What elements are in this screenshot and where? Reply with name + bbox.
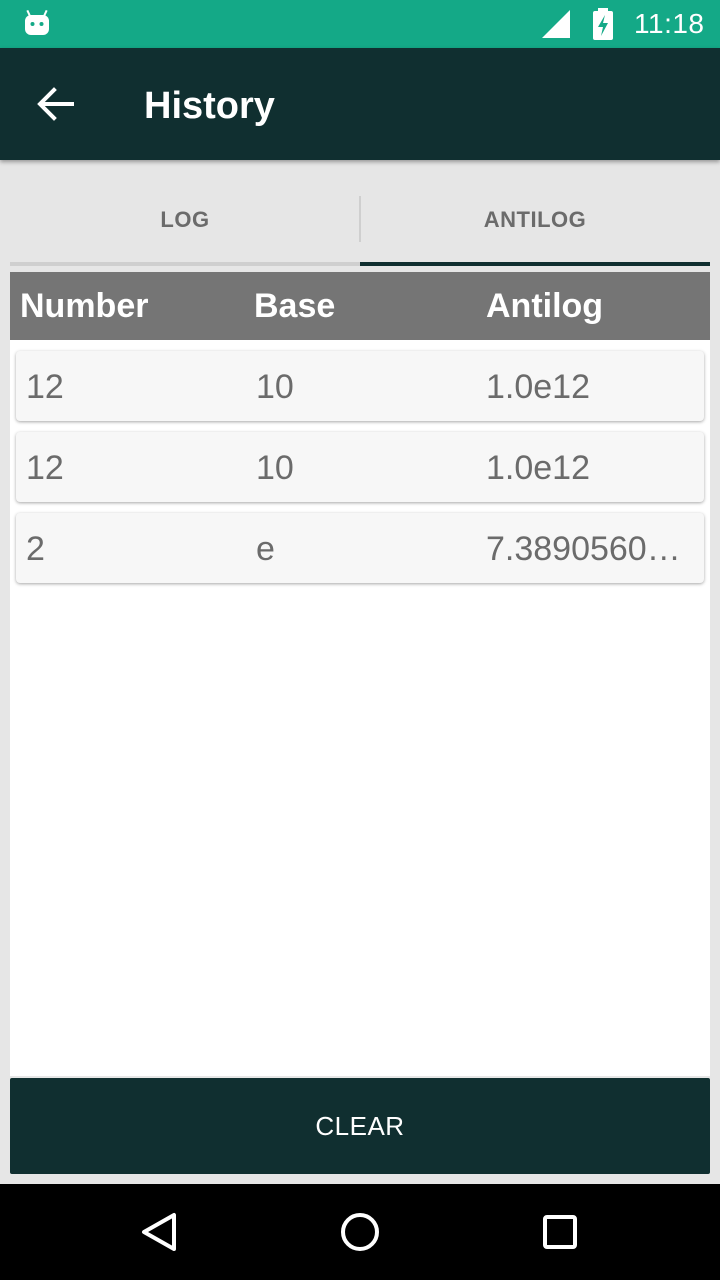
cell-antilog: 1.0e12 <box>486 449 590 487</box>
android-icon <box>25 10 49 35</box>
cell-base: 10 <box>256 449 294 487</box>
table-header: Number Base Antilog <box>10 272 710 340</box>
tab-log[interactable]: LOG <box>10 174 360 266</box>
tab-bar: LOG ANTILOG <box>10 174 710 266</box>
cell-base: 10 <box>256 368 294 406</box>
cell-base: e <box>256 530 275 568</box>
cell-antilog: 7.3890560… <box>486 530 681 568</box>
tab-underline-inactive <box>10 262 360 266</box>
cell-antilog: 1.0e12 <box>486 368 590 406</box>
status-bar: 11:18 <box>0 0 720 48</box>
tab-indicator <box>360 262 710 266</box>
table-row[interactable]: 2 e 7.3890560… <box>16 513 704 583</box>
tab-antilog[interactable]: ANTILOG <box>360 174 710 266</box>
app-bar: History <box>0 48 720 160</box>
header-number: Number <box>20 287 149 325</box>
nav-recents-icon[interactable] <box>538 1210 582 1254</box>
battery-charging-icon <box>593 8 613 40</box>
table-row[interactable]: 12 10 1.0e12 <box>16 432 704 502</box>
clear-button[interactable]: CLEAR <box>10 1078 710 1174</box>
nav-back-icon[interactable] <box>138 1210 182 1254</box>
status-time: 11:18 <box>634 8 705 39</box>
table-row[interactable]: 12 10 1.0e12 <box>16 351 704 421</box>
header-base: Base <box>254 287 336 325</box>
signal-icon <box>542 10 570 38</box>
nav-home-icon[interactable] <box>338 1210 382 1254</box>
nav-bar <box>0 1184 720 1280</box>
header-antilog: Antilog <box>486 287 604 325</box>
page-title: History <box>144 85 275 127</box>
cell-number: 2 <box>26 530 45 568</box>
cell-number: 12 <box>26 368 64 406</box>
history-panel: Number Base Antilog 12 10 1.0e12 12 10 1… <box>10 272 710 1076</box>
arrow-back-icon[interactable] <box>36 86 74 122</box>
cell-number: 12 <box>26 449 64 487</box>
